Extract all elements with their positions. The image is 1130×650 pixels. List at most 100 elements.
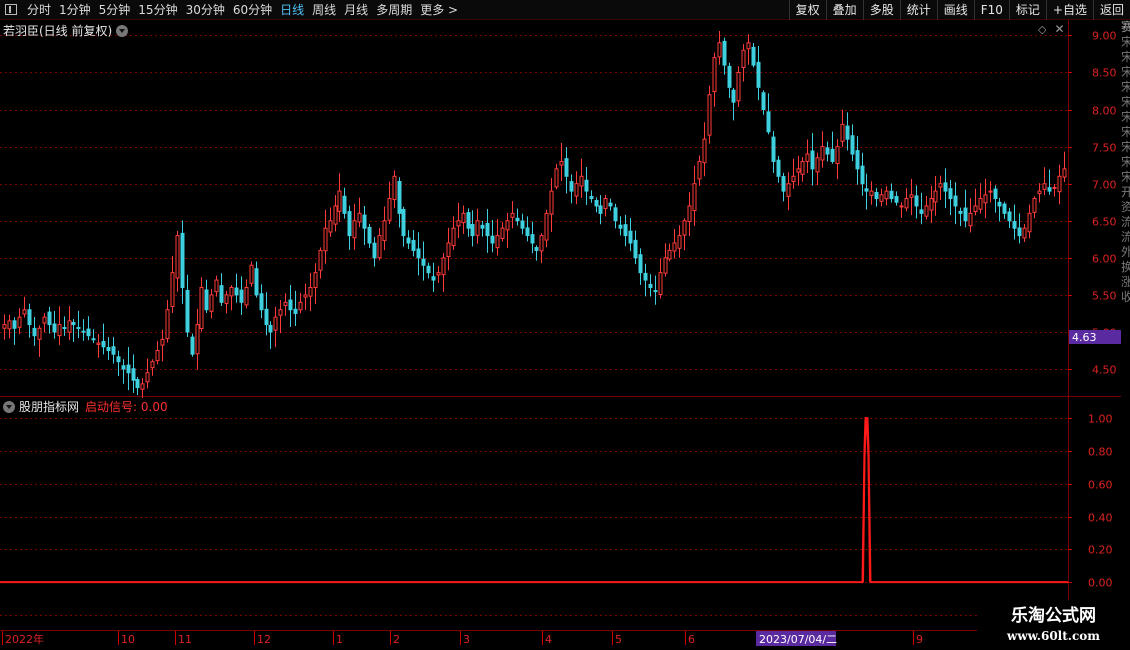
candle-body: [76, 326, 81, 329]
candle-body: [569, 181, 574, 192]
candle-body: [589, 196, 594, 200]
x-tick-label: 12: [257, 633, 271, 646]
candle-body: [249, 264, 254, 284]
candle-body: [618, 224, 623, 229]
close-icon[interactable]: ✕: [1054, 22, 1064, 36]
side-strip-char: 换: [1121, 260, 1130, 274]
candle-body: [860, 165, 865, 185]
candle-body: [298, 301, 303, 311]
indicator-tick-label: 0.60: [1088, 479, 1113, 492]
candle-body: [160, 338, 165, 346]
side-strip-char: 宋: [1121, 125, 1130, 139]
candle-body: [101, 340, 106, 348]
chevron-down-icon[interactable]: [116, 24, 129, 37]
candle-body: [667, 249, 672, 260]
candle-body: [283, 301, 288, 306]
candle-body: [899, 205, 904, 208]
candle-body: [914, 195, 919, 207]
candle-body: [687, 205, 692, 223]
candle-body: [495, 235, 500, 249]
candle-body: [855, 150, 860, 170]
candle-body: [190, 336, 195, 355]
candle-body: [185, 289, 190, 333]
side-strip-char: 流: [1121, 230, 1130, 244]
candle-body: [1037, 190, 1042, 195]
candle-body: [751, 46, 756, 66]
candle-body: [37, 327, 42, 340]
candle-body: [638, 254, 643, 274]
chevron-down-icon[interactable]: [3, 400, 15, 413]
candle-body: [1017, 227, 1022, 237]
candle-body: [1022, 227, 1027, 239]
side-strip-char: 开: [1121, 185, 1130, 199]
candle-body: [761, 92, 766, 111]
x-tick-label: 11: [178, 633, 192, 646]
candle-body: [131, 368, 136, 381]
candle-body: [948, 188, 953, 200]
side-strip-char: 宋: [1121, 170, 1130, 184]
candle-body: [96, 342, 101, 345]
candle-body: [933, 190, 938, 203]
candle-body: [781, 176, 786, 192]
candle-body: [924, 205, 929, 217]
candle-body: [515, 217, 520, 222]
side-strip-char: 宋: [1121, 110, 1130, 124]
candle-body: [421, 258, 426, 266]
diamond-icon[interactable]: ◇: [1038, 23, 1046, 36]
candle-body: [623, 224, 628, 237]
main-pane-header: 若羽臣(日线 前复权): [3, 22, 132, 39]
candle-body: [214, 279, 219, 293]
side-info-strip: 赛宋宋宋宋宋宋宋宋宋宋开资流流外换涨收: [1121, 20, 1130, 630]
candle-body: [722, 40, 727, 66]
candle-body: [520, 220, 525, 229]
candle-body: [574, 183, 579, 197]
candle-body: [367, 226, 372, 244]
candle-body: [81, 330, 86, 333]
candle-body: [741, 49, 746, 68]
candle-body: [219, 285, 224, 303]
candle-body: [771, 136, 776, 162]
candle-body: [786, 183, 791, 197]
candle-body: [165, 309, 170, 339]
signal-label: 启动信号: 0.00: [85, 400, 168, 414]
candle-body: [869, 190, 874, 196]
candle-body: [1007, 211, 1012, 222]
candle-body: [1012, 221, 1017, 229]
side-strip-char: 宋: [1121, 95, 1130, 109]
candle-body: [776, 159, 781, 177]
candle-body: [308, 286, 313, 297]
indicator-pane-header: 股朋指标网 启动信号: 0.00: [3, 398, 168, 415]
side-strip-char: 宋: [1121, 65, 1130, 79]
candle-body: [71, 322, 76, 326]
candle-body: [352, 220, 357, 239]
candle-body: [116, 356, 121, 363]
candle-body: [594, 199, 599, 207]
watermark: 乐淘公式网 www.60lt.com: [977, 600, 1130, 650]
indicator-tick-label: 0.80: [1088, 446, 1113, 459]
candle-body: [988, 190, 993, 193]
last-price-label: 4.63: [1072, 331, 1097, 344]
candle-body: [539, 235, 544, 252]
candle-body: [52, 323, 57, 333]
candle-body: [293, 308, 298, 314]
candle-body: [436, 272, 441, 276]
candle-body: [879, 194, 884, 202]
candle-body: [727, 65, 732, 88]
x-tick-label: 2023/07/04/二: [759, 633, 837, 646]
kline-chart[interactable]: 9.008.508.007.507.006.506.005.505.004.50…: [0, 0, 1130, 650]
x-tick-label: 5: [615, 633, 622, 646]
candle-body: [874, 191, 879, 200]
candle-body: [387, 198, 392, 221]
candle-body: [145, 372, 150, 383]
candle-body: [717, 42, 722, 58]
candle-body: [653, 290, 658, 293]
candle-body: [278, 309, 283, 316]
candle-body: [973, 205, 978, 213]
candle-body: [633, 239, 638, 259]
candle-body: [746, 42, 751, 50]
candle-body: [796, 168, 801, 173]
candle-body: [224, 294, 229, 304]
indicator-tick-label: 1.00: [1088, 413, 1113, 426]
candle-body: [199, 286, 204, 330]
x-tick-label: 6: [688, 633, 695, 646]
